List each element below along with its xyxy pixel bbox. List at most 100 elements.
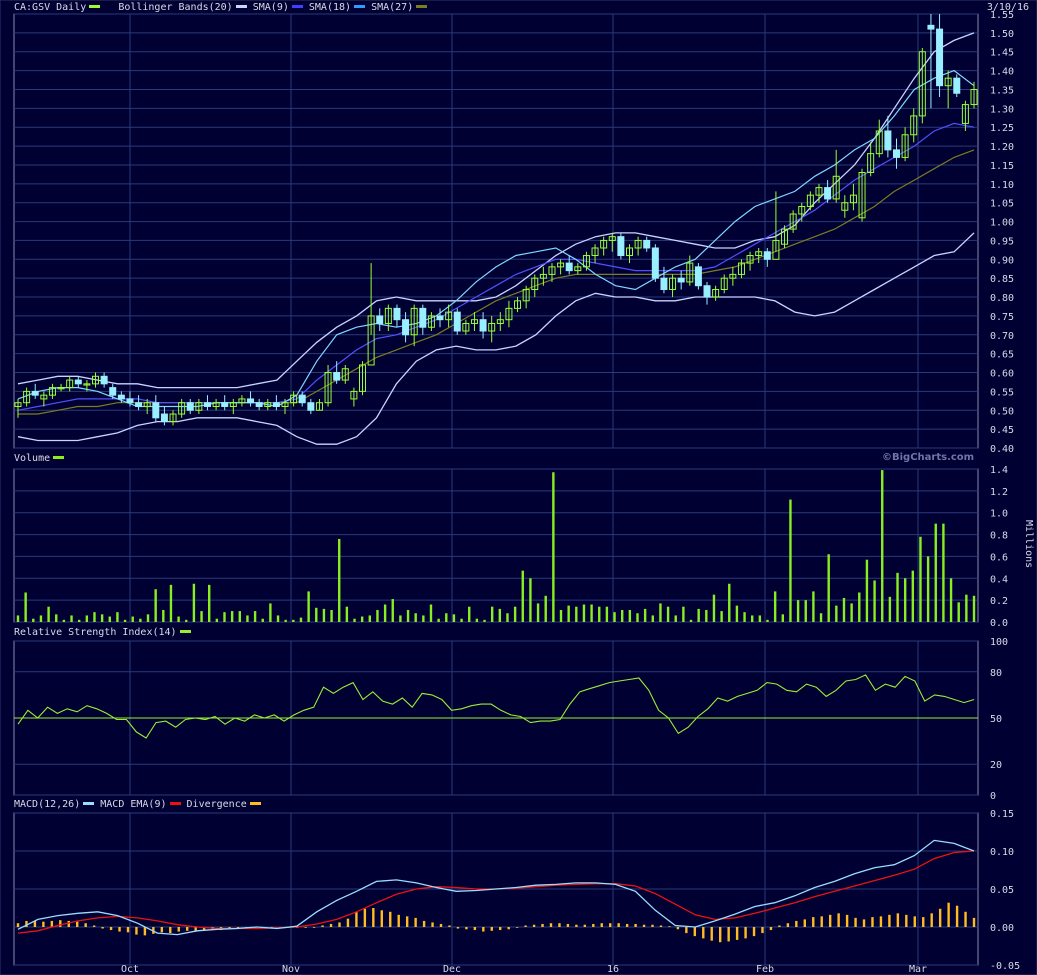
rsi-tick-label: 80 [990, 668, 1002, 679]
divergence-bar [566, 923, 570, 927]
candle-body [402, 319, 410, 336]
candle-body [677, 277, 685, 283]
volume-bar [452, 614, 456, 622]
legend-macd: MACD(12,26) [14, 799, 81, 810]
volume-bar [376, 609, 379, 622]
volume-bar [865, 559, 869, 622]
volume-bar [911, 570, 915, 622]
credit-label: ©BigCharts.com [882, 452, 975, 463]
divergence-bar [922, 917, 925, 927]
candle-body [298, 394, 306, 404]
volume-bar [246, 615, 249, 622]
divergence-bar [879, 916, 883, 927]
divergence-bar [558, 923, 561, 927]
divergence-bar [888, 914, 891, 927]
volume-bar [93, 612, 96, 622]
volume-header: Volume [14, 453, 65, 464]
divergence-bar [786, 923, 790, 927]
bollinger-lower-line [17, 232, 975, 445]
divergence-bar [795, 920, 798, 927]
volume-bar [536, 603, 540, 622]
divergence-bar [744, 927, 747, 939]
divergence-bar [685, 927, 688, 934]
divergence-bar [710, 927, 713, 941]
divergence-bar [718, 927, 722, 943]
divergence-bar [67, 920, 70, 927]
volume-bar [850, 603, 853, 622]
divergence-bar [778, 925, 781, 927]
symbol-label: CA:GSV Daily [14, 2, 87, 13]
divergence-bar [837, 913, 840, 927]
candle-body [436, 315, 444, 321]
divergence-bar [76, 921, 79, 927]
price-tick-label: 0.95 [990, 236, 1014, 247]
candle-body [694, 266, 702, 287]
divergence-bar [828, 914, 832, 927]
divergence-bar [499, 927, 502, 931]
candle-body [31, 390, 39, 396]
rsi-tick-label: 50 [990, 714, 1002, 725]
rsi-tick-label: 20 [990, 760, 1002, 771]
divergence-bar [752, 927, 756, 937]
volume-bar [796, 600, 800, 622]
price-tick-label: 1.10 [990, 180, 1014, 191]
candle-body [453, 311, 461, 332]
price-tick-label: 0.90 [990, 255, 1014, 266]
volume-bar [858, 592, 861, 622]
volume-bar [636, 613, 639, 622]
volume-tick-label: 1.0 [990, 509, 1008, 520]
divergence-bar [854, 917, 857, 927]
candle-body [884, 130, 892, 151]
candle-body [617, 236, 625, 257]
x-month-label: Nov [282, 964, 300, 975]
volume-bar [261, 618, 264, 622]
volume-bar [972, 595, 976, 622]
x-month-label: Feb [756, 964, 774, 975]
divergence-bar [372, 908, 375, 927]
divergence-bar [896, 913, 900, 927]
candle-body [255, 402, 263, 407]
candle-body [160, 413, 168, 423]
candle-body [824, 187, 832, 200]
divergence-bar [169, 927, 172, 934]
symbol-swatch [89, 4, 101, 8]
volume-bar [360, 616, 364, 622]
volume-bar [131, 616, 134, 622]
divergence-bar [524, 925, 527, 927]
volume-bar [269, 603, 272, 622]
divergence-bar [812, 917, 815, 927]
volume-bar [506, 613, 509, 622]
rsi-tick-label: 0 [990, 791, 996, 802]
volume-unit-label: Millions [1023, 520, 1034, 569]
volume-bar [934, 523, 937, 622]
volume-swatch [53, 455, 65, 459]
date-label: 3/10/16 [986, 2, 1029, 13]
volume-bar [819, 613, 823, 622]
volume-bar [422, 615, 425, 622]
candle-body [135, 402, 143, 407]
price-tick-label: 1.45 [990, 48, 1014, 59]
candle-body [703, 285, 711, 298]
volume-label: Volume [14, 453, 51, 464]
volume-bar [873, 580, 876, 622]
volume-bar [100, 614, 104, 622]
volume-bar [705, 609, 708, 622]
divergence-bar [600, 923, 603, 927]
candle-body [763, 251, 771, 260]
volume-bar [322, 608, 326, 622]
volume-bar [299, 617, 303, 622]
divergence-bar [532, 924, 536, 927]
volume-tick-label: 0.4 [990, 574, 1008, 585]
x-month-label: Oct [121, 964, 139, 975]
divergence-bar [845, 914, 849, 927]
candle-body [419, 307, 427, 328]
volume-bar [781, 614, 784, 622]
divergence-bar [625, 923, 629, 927]
candle-body [126, 398, 134, 404]
macd-ema-swatch [169, 801, 181, 805]
volume-bar [338, 538, 341, 622]
divergence-bar [92, 925, 96, 927]
macd-tick-label: 0.05 [990, 885, 1014, 896]
price-tick-label: 0.70 [990, 331, 1014, 342]
rsi-swatch [179, 629, 191, 633]
